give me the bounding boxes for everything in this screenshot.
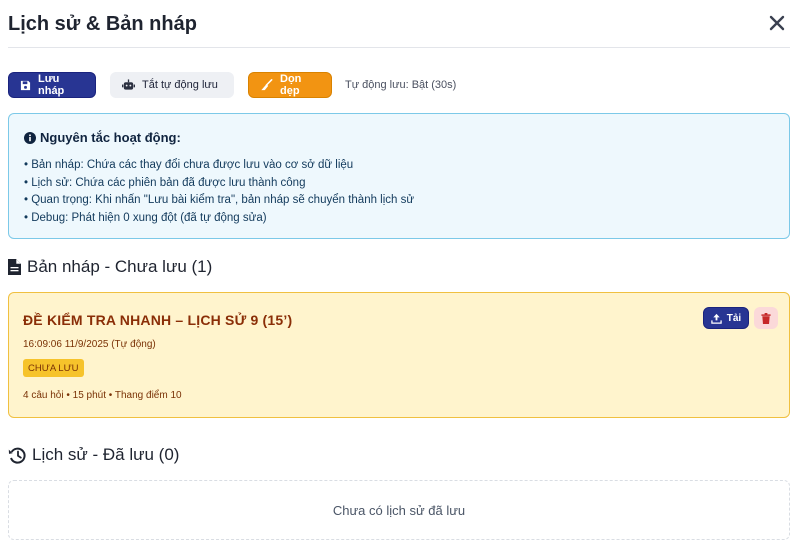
save-icon (20, 80, 31, 90)
history-heading-text: Lịch sử - Đã lưu (0) (32, 445, 180, 464)
modal-header: Lịch sử & Bản nháp (8, 0, 790, 48)
info-item: • Lịch sử: Chứa các phiên bản đã được lư… (24, 176, 306, 189)
info-icon (24, 131, 36, 144)
cleanup-label: Dọn dẹp (280, 73, 302, 97)
cleanup-button[interactable]: Dọn dẹp (248, 72, 332, 98)
save-draft-label: Lưu nháp (38, 73, 65, 97)
info-item: • Debug: Phát hiện 0 xung đột (đã tự độn… (24, 211, 267, 224)
load-draft-button[interactable]: Tải (703, 307, 749, 329)
page-title: Lịch sử & Bản nháp (8, 13, 197, 35)
autosave-toggle-button[interactable]: Tắt tự động lưu (110, 72, 234, 98)
history-icon (8, 447, 26, 464)
draft-title: ĐỀ KIỂM TRA NHANH – LỊCH SỬ 9 (15’) (23, 312, 293, 328)
delete-draft-button[interactable] (754, 307, 778, 329)
autosave-status: Tự động lưu: Bật (30s) (345, 79, 457, 91)
toolbar: Lưu nháp Tắt tự động lưu Dọn dẹp Tự động… (8, 71, 456, 99)
close-button[interactable] (766, 12, 788, 34)
draft-card: ĐỀ KIỂM TRA NHANH – LỊCH SỬ 9 (15’) 16:0… (8, 292, 790, 418)
drafts-heading-text: Bản nháp - Chưa lưu (1) (27, 257, 213, 276)
info-item: • Bản nháp: Chứa các thay đổi chưa được … (24, 159, 354, 171)
drafts-heading: Bản nháp - Chưa lưu (1) (8, 257, 212, 277)
status-badge: CHƯA LƯU (23, 359, 84, 377)
upload-icon (711, 313, 722, 324)
file-icon (8, 259, 21, 275)
history-heading: Lịch sử - Đã lưu (0) (8, 445, 179, 465)
info-list: • Bản nháp: Chứa các thay đổi chưa được … (24, 157, 414, 227)
broom-icon (261, 79, 273, 91)
info-title-text: Nguyên tắc hoạt động: (40, 130, 181, 145)
draft-meta: 4 câu hỏi • 15 phút • Thang điểm 10 (23, 390, 182, 401)
info-box: Nguyên tắc hoạt động: • Bản nháp: Chứa c… (8, 113, 790, 239)
info-title: Nguyên tắc hoạt động: (24, 130, 181, 145)
close-icon (769, 15, 785, 31)
autosave-toggle-label: Tắt tự động lưu (142, 79, 218, 91)
history-empty-state: Chưa có lịch sử đã lưu (8, 480, 790, 540)
trash-icon (761, 312, 771, 324)
info-item: • Quan trọng: Khi nhấn "Lưu bài kiểm tra… (24, 194, 415, 206)
robot-icon (122, 79, 135, 90)
load-draft-label: Tải (726, 312, 742, 324)
save-draft-button[interactable]: Lưu nháp (8, 72, 96, 98)
draft-time: 16:09:06 11/9/2025 (Tự động) (23, 339, 156, 350)
